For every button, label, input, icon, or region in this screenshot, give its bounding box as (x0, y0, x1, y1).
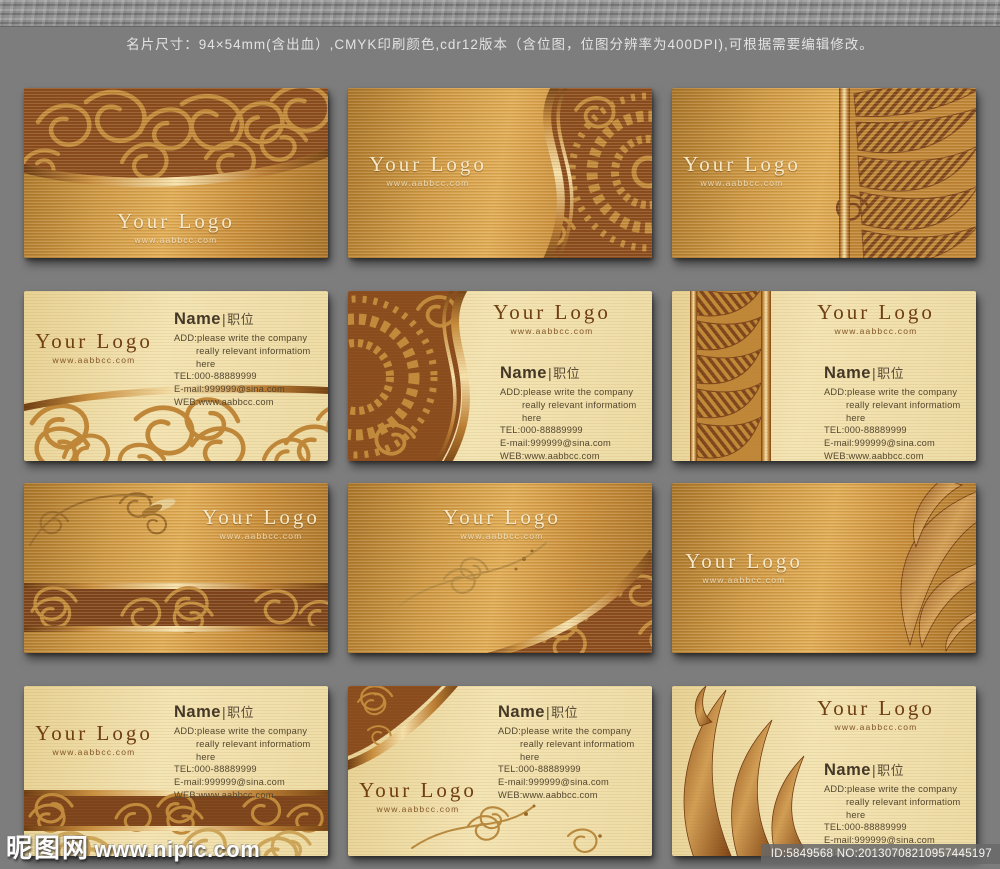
company-website: www.aabbcc.com (134, 235, 218, 245)
decorative-wave-band (0, 0, 1000, 27)
contact-web: WEB:www.aabbcc.com (824, 450, 924, 461)
company-logo-text: Your Logo www.aabbcc.com (35, 721, 153, 757)
contact-address-line: really relevant informatiom (522, 399, 637, 410)
company-logo-text: Your Logo www.aabbcc.com (359, 778, 477, 814)
contact-name: Name|职位 (824, 364, 905, 382)
contact-web: WEB:www.aabbcc.com (174, 789, 274, 800)
contact-address-line: here (196, 358, 216, 369)
contact-tel: TEL:000-88889999 (174, 764, 257, 775)
contact-tel: TEL:000-88889999 (498, 764, 581, 775)
card-5-back: Your Logo www.aabbcc.com Name|职位 ADD:ple… (348, 291, 652, 461)
contact-tel: TEL:000-88889999 (174, 371, 257, 382)
contact-address-line: really relevant informatiom (196, 345, 311, 356)
contact-name: Name|职位 (500, 364, 581, 382)
contact-block: Name|职位 ADD:please write the company rea… (824, 363, 976, 461)
contact-block: Name|职位 ADD:please write the company rea… (498, 702, 650, 802)
card-6-back: Your Logo www.aabbcc.com Name|职位 ADD:ple… (672, 291, 976, 461)
contact-address-line: really relevant informatiom (846, 796, 961, 807)
contact-email: E-mail:999999@sina.com (498, 777, 609, 788)
contact-address-line: ADD:please write the company (174, 333, 308, 343)
company-logo-text: Your Logo www.aabbcc.com (443, 505, 561, 541)
card-12-back: Your Logo www.aabbcc.com Name|职位 ADD:ple… (672, 686, 976, 856)
contact-address-line: ADD:please write the company (500, 387, 634, 397)
contact-email: E-mail:999999@sina.com (174, 777, 285, 788)
company-website: www.aabbcc.com (460, 531, 544, 541)
contact-email: E-mail:999999@sina.com (500, 438, 611, 449)
company-logo-text: Your Logo www.aabbcc.com (369, 152, 487, 188)
nipic-watermark: 昵图网 www.nipic.com (6, 828, 260, 865)
company-logo-text: Your Logo www.aabbcc.com (817, 696, 935, 732)
poster-canvas: 名片尺寸：94×54mm(含出血）,CMYK印刷颜色,cdr12版本（含位图，位… (0, 0, 1000, 869)
contact-job-title: 职位 (877, 366, 905, 381)
company-website: www.aabbcc.com (386, 178, 470, 188)
company-logo-text: Your Logo www.aabbcc.com (117, 209, 235, 245)
card-2-front: Your Logo www.aabbcc.com (348, 88, 652, 258)
company-website: www.aabbcc.com (834, 722, 918, 732)
contact-block: Name|职位 ADD:please write the company rea… (174, 702, 326, 802)
contact-address-line: here (520, 751, 540, 762)
card-8-front: Your Logo www.aabbcc.com (348, 483, 652, 653)
contact-name: Name|职位 (174, 703, 255, 721)
contact-tel: TEL:000-88889999 (824, 425, 907, 436)
contact-block: Name|职位 ADD:please write the company rea… (824, 760, 976, 856)
contact-address-line: ADD:please write the company (824, 387, 958, 397)
card-11-back: Your Logo www.aabbcc.com Name|职位 ADD:ple… (348, 686, 652, 856)
contact-job-title: 职位 (553, 366, 581, 381)
contact-name: Name|职位 (174, 310, 255, 328)
contact-block: Name|职位 ADD:please write the company rea… (500, 363, 652, 461)
company-website: www.aabbcc.com (834, 326, 918, 336)
card-3-front: Your Logo www.aabbcc.com (672, 88, 976, 258)
contact-address-line: ADD:please write the company (824, 784, 958, 794)
print-spec-text: 名片尺寸：94×54mm(含出血）,CMYK印刷颜色,cdr12版本（含位图，位… (126, 37, 874, 52)
company-logo-text: Your Logo www.aabbcc.com (683, 152, 801, 188)
contact-address-line: here (846, 412, 866, 423)
company-logo-text: Your Logo www.aabbcc.com (493, 300, 611, 336)
company-logo-text: Your Logo www.aabbcc.com (817, 300, 935, 336)
company-logo-text: Your Logo www.aabbcc.com (35, 329, 153, 365)
contact-address-line: ADD:please write the company (498, 726, 632, 736)
contact-web: WEB:www.aabbcc.com (174, 396, 274, 407)
card-9-front: Your Logo www.aabbcc.com (672, 483, 976, 653)
company-logo-text: Your Logo www.aabbcc.com (685, 549, 803, 585)
nipic-site-url: www.nipic.com (94, 837, 261, 862)
card-7-front: Your Logo www.aabbcc.com (24, 483, 328, 653)
company-website: www.aabbcc.com (219, 531, 303, 541)
contact-email: E-mail:999999@sina.com (174, 384, 285, 395)
contact-job-title: 职位 (877, 763, 905, 778)
company-website: www.aabbcc.com (702, 575, 786, 585)
contact-address-line: ADD:please write the company (174, 726, 308, 736)
contact-tel: TEL:000-88889999 (824, 822, 907, 833)
contact-address-line: here (196, 751, 216, 762)
contact-web: WEB:www.aabbcc.com (500, 450, 600, 461)
contact-block: Name|职位 ADD:please write the company rea… (174, 309, 326, 409)
contact-address-line: really relevant informatiom (846, 399, 961, 410)
contact-name: Name|职位 (824, 761, 905, 779)
card-4-back: Your Logo www.aabbcc.com Name|职位 ADD:ple… (24, 291, 328, 461)
contact-address-line: really relevant informatiom (196, 738, 311, 749)
contact-email: E-mail:999999@sina.com (824, 438, 935, 449)
company-website: www.aabbcc.com (376, 804, 460, 814)
contact-web: WEB:www.aabbcc.com (498, 789, 598, 800)
nipic-site-name: 昵图网 (6, 833, 91, 863)
card-1-front: Your Logo www.aabbcc.com (24, 88, 328, 258)
contact-address-line: here (522, 412, 542, 423)
image-id-label: ID:5849568 NO:20130708210957445197 (760, 844, 1000, 864)
contact-address-line: really relevant informatiom (520, 738, 635, 749)
company-website: www.aabbcc.com (510, 326, 594, 336)
company-website: www.aabbcc.com (52, 747, 136, 757)
contact-job-title: 职位 (227, 705, 255, 720)
contact-name: Name|职位 (498, 703, 579, 721)
contact-job-title: 职位 (227, 312, 255, 327)
company-logo-text: Your Logo www.aabbcc.com (202, 505, 320, 541)
contact-address-line: here (846, 809, 866, 820)
contact-tel: TEL:000-88889999 (500, 425, 583, 436)
company-website: www.aabbcc.com (52, 355, 136, 365)
company-website: www.aabbcc.com (700, 178, 784, 188)
contact-job-title: 职位 (551, 705, 579, 720)
